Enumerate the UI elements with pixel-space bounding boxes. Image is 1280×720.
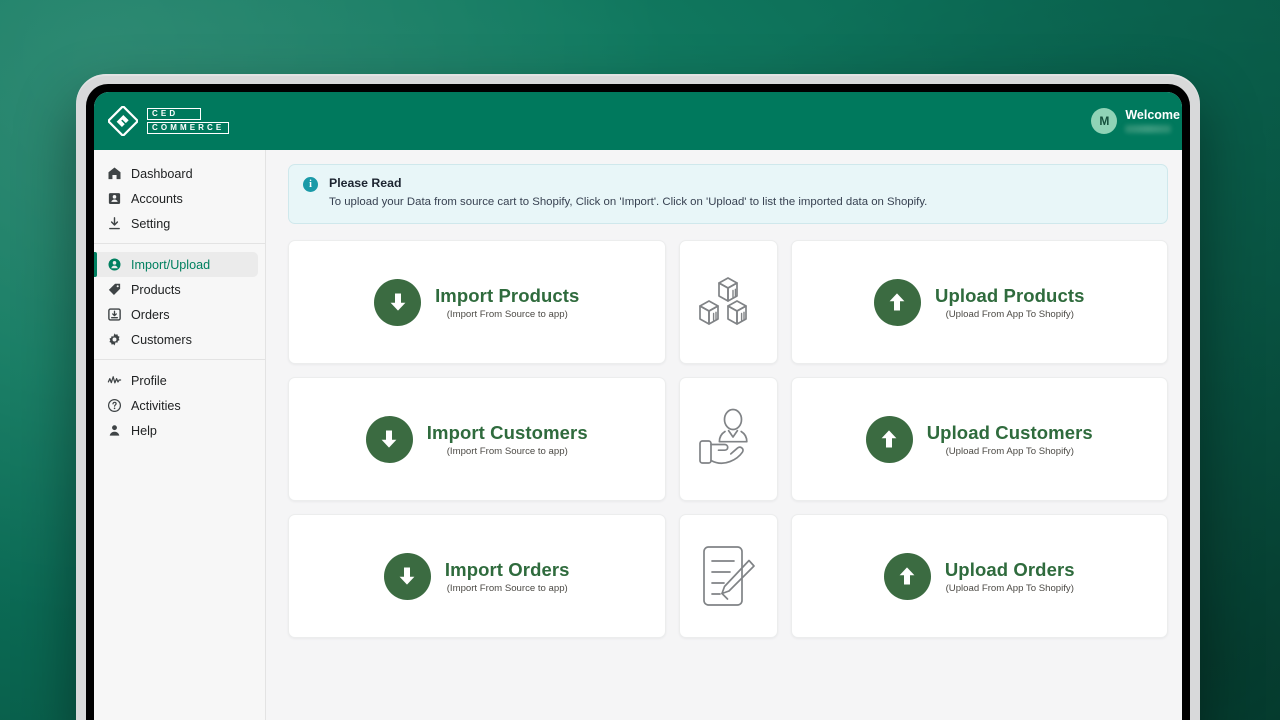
account-card-icon (107, 191, 122, 206)
arrow-down-circle-icon (374, 279, 421, 326)
sidebar-item-label: Help (131, 424, 157, 438)
customers-visual-card (679, 377, 778, 501)
card-title: Upload Products (935, 285, 1085, 306)
banner-body: Please Read To upload your Data from sou… (329, 176, 927, 210)
sidebar-item-label: Products (131, 283, 181, 297)
card-subtitle: (Import From Source to app) (447, 446, 568, 457)
user-circle-icon (107, 257, 122, 272)
upload-orders-text: Upload Orders (Upload From App To Shopif… (945, 559, 1075, 593)
card-title: Upload Customers (927, 422, 1093, 443)
sidebar-item-label: Activities (131, 399, 181, 413)
tag-icon (107, 282, 122, 297)
download-icon (107, 216, 122, 231)
avatar: M (1091, 108, 1117, 134)
please-read-banner: i Please Read To upload your Data from s… (288, 164, 1168, 224)
sidebar-item-setting[interactable]: Setting (94, 211, 258, 236)
import-products-text: Import Products (Import From Source to a… (435, 285, 579, 319)
arrow-up-circle-icon (866, 416, 913, 463)
welcome-label: Welcome (1125, 109, 1180, 122)
card-title: Import Orders (445, 559, 570, 580)
import-products-card[interactable]: Import Products (Import From Source to a… (288, 240, 666, 364)
arrow-down-circle-icon (366, 416, 413, 463)
user-welcome[interactable]: M Welcome (1091, 108, 1182, 134)
home-icon (107, 166, 122, 181)
upload-customers-card[interactable]: Upload Customers (Upload From App To Sho… (791, 377, 1169, 501)
sidebar-group-primary: Dashboard Accounts (94, 159, 265, 243)
sidebar-item-label: Accounts (131, 192, 183, 206)
inbox-download-icon (107, 307, 122, 322)
sidebar-group-catalog: Import/Upload Products (94, 243, 265, 359)
card-title: Upload Orders (945, 559, 1075, 580)
row-customers: Import Customers (Import From Source to … (288, 377, 1168, 501)
row-products: Import Products (Import From Source to a… (288, 240, 1168, 364)
import-customers-text: Import Customers (Import From Source to … (427, 422, 588, 456)
banner-text: To upload your Data from source cart to … (329, 195, 927, 210)
card-subtitle: (Upload From App To Shopify) (946, 583, 1074, 594)
sidebar-item-label: Profile (131, 374, 167, 388)
sidebar-item-customers[interactable]: Customers (94, 327, 258, 352)
sidebar-item-accounts[interactable]: Accounts (94, 186, 258, 211)
sidebar-item-orders[interactable]: Orders (94, 302, 258, 327)
arrow-up-circle-icon (884, 553, 931, 600)
sidebar-item-label: Dashboard (131, 167, 193, 181)
brand-wordmark-line1: CED (147, 108, 201, 120)
arrow-up-circle-icon (874, 279, 921, 326)
import-orders-card[interactable]: Import Orders (Import From Source to app… (288, 514, 666, 638)
card-subtitle: (Upload From App To Shopify) (946, 446, 1074, 457)
upload-orders-card[interactable]: Upload Orders (Upload From App To Shopif… (791, 514, 1169, 638)
upload-products-card[interactable]: Upload Products (Upload From App To Shop… (791, 240, 1169, 364)
brand-logo[interactable]: CED COMMERCE (108, 106, 229, 136)
sidebar-item-activities[interactable]: Activities (94, 393, 258, 418)
sidebar-item-dashboard[interactable]: Dashboard (94, 161, 258, 186)
brand-wordmark: CED COMMERCE (147, 108, 229, 134)
sidebar: Dashboard Accounts (94, 150, 266, 720)
card-subtitle: (Upload From App To Shopify) (946, 309, 1074, 320)
import-orders-text: Import Orders (Import From Source to app… (445, 559, 570, 593)
app-header: CED COMMERCE M Welcome (94, 92, 1182, 150)
import-customers-card[interactable]: Import Customers (Import From Source to … (288, 377, 666, 501)
welcome-text: Welcome (1125, 109, 1180, 133)
sidebar-item-label: Orders (131, 308, 170, 322)
sidebar-item-products[interactable]: Products (94, 277, 258, 302)
sidebar-item-import-upload[interactable]: Import/Upload (94, 252, 258, 277)
sidebar-item-label: Import/Upload (131, 258, 210, 272)
sidebar-item-label: Customers (131, 333, 192, 347)
info-icon: i (303, 177, 318, 192)
person-icon (107, 423, 122, 438)
device-bezel: CED COMMERCE M Welcome (86, 84, 1190, 720)
app-body: Dashboard Accounts (94, 150, 1182, 720)
brand-wordmark-line2: COMMERCE (147, 122, 229, 134)
gear-icon (107, 332, 122, 347)
card-title: Import Products (435, 285, 579, 306)
main-content: i Please Read To upload your Data from s… (266, 150, 1182, 720)
sidebar-item-profile[interactable]: Profile (94, 368, 258, 393)
sidebar-group-account: Profile Activities (94, 359, 265, 450)
upload-customers-text: Upload Customers (Upload From App To Sho… (927, 422, 1093, 456)
device-frame: CED COMMERCE M Welcome (76, 74, 1200, 720)
ced-commerce-logo-icon (108, 106, 138, 136)
arrow-down-circle-icon (384, 553, 431, 600)
card-subtitle: (Import From Source to app) (447, 309, 568, 320)
banner-title: Please Read (329, 176, 927, 190)
card-title: Import Customers (427, 422, 588, 443)
app-screen: CED COMMERCE M Welcome (94, 92, 1182, 720)
question-circle-icon (107, 398, 122, 413)
row-orders: Import Orders (Import From Source to app… (288, 514, 1168, 638)
card-subtitle: (Import From Source to app) (447, 583, 568, 594)
analytics-icon (107, 373, 122, 388)
orders-visual-card (679, 514, 778, 638)
document-pencil-icon (697, 541, 759, 611)
user-name-redacted (1125, 125, 1171, 133)
sidebar-item-label: Setting (131, 217, 170, 231)
boxes-icon (697, 269, 759, 335)
upload-products-text: Upload Products (Upload From App To Shop… (935, 285, 1085, 319)
customer-support-icon (694, 406, 762, 472)
products-visual-card (679, 240, 778, 364)
sidebar-item-help[interactable]: Help (94, 418, 258, 443)
